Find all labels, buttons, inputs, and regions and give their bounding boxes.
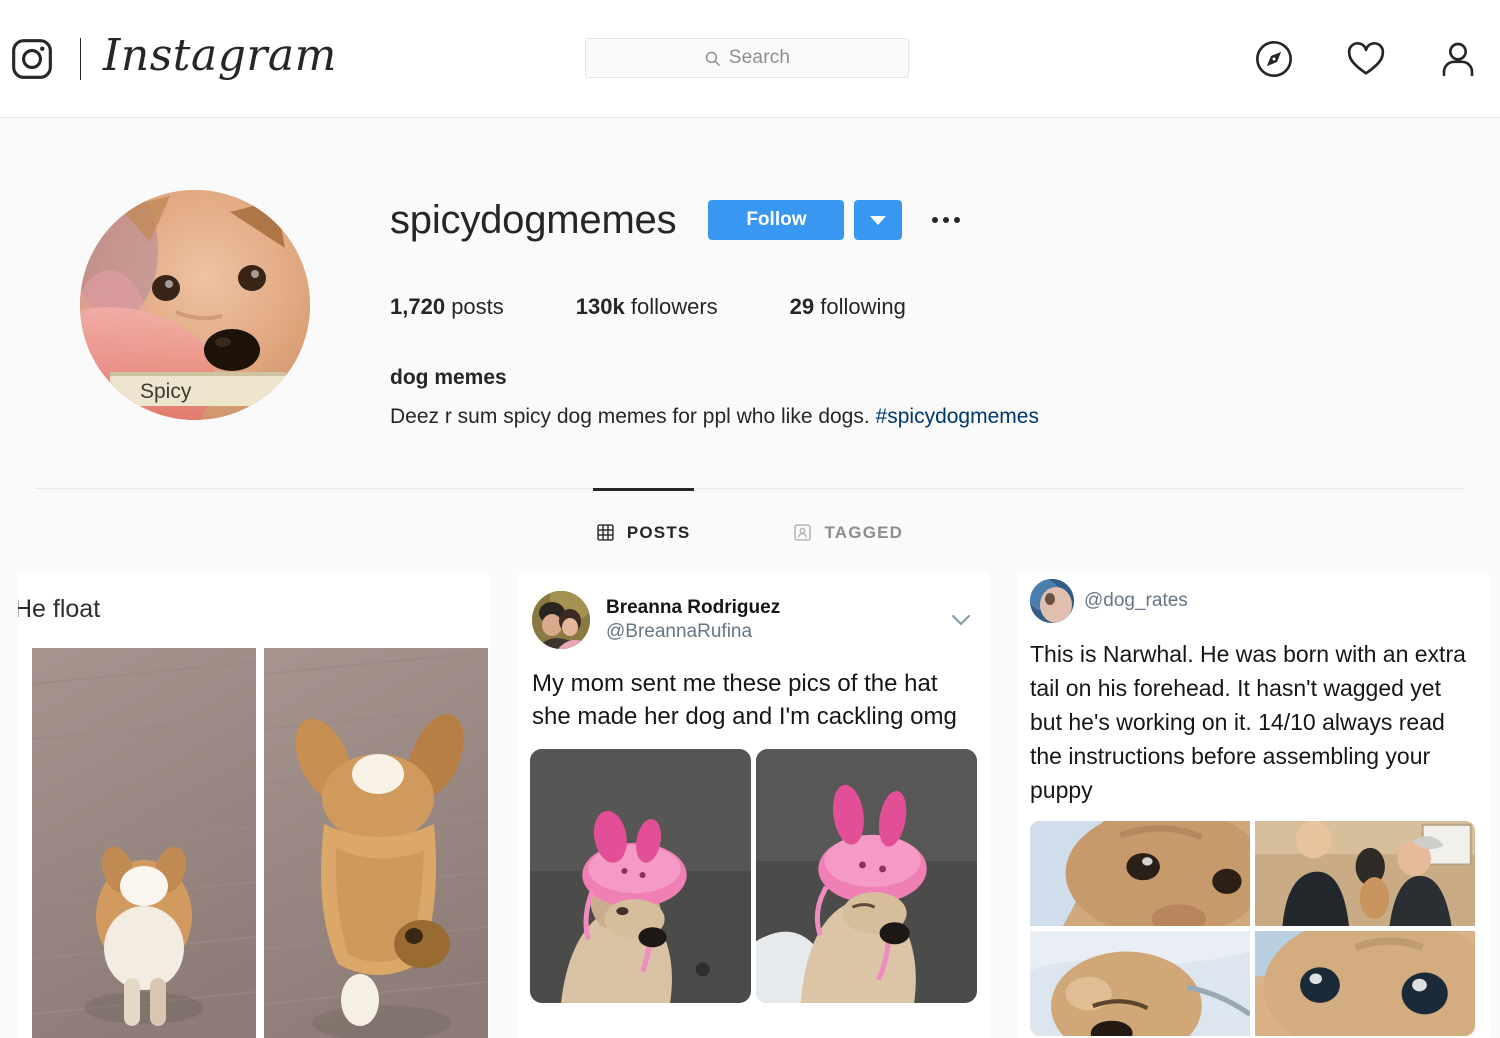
multiple-photos-icon [1448, 591, 1471, 615]
stat-followers-value: 130k [575, 294, 625, 319]
bio-hashtag-link[interactable]: #spicydogmemes [876, 405, 1039, 428]
dog-bunny-hat-photo-1 [530, 749, 751, 1004]
stat-posts-value: 1,720 [390, 294, 446, 319]
activity-heart-icon[interactable] [1346, 39, 1386, 79]
post-caption: He float [18, 594, 101, 623]
corgi-running-photo [32, 647, 256, 1038]
tweet-header: @dog_rates [1018, 573, 1489, 623]
stat-followers[interactable]: 130k followers [576, 294, 718, 320]
corgi-butt-photo [264, 647, 488, 1038]
search-container[interactable]: Search [585, 38, 909, 78]
post-tile-bunny-hat[interactable]: Breanna Rodriguez @BreannaRufina My mom … [518, 572, 989, 1038]
avatar-column: Spicy [0, 190, 390, 432]
follow-button[interactable]: Follow [708, 200, 845, 240]
avatar-image: Spicy [80, 190, 310, 420]
stat-followers-label: followers [630, 294, 718, 319]
stat-posts-label: posts [451, 294, 504, 319]
tab-tagged-label: TAGGED [824, 522, 904, 542]
more-options-icon [943, 217, 950, 223]
post-photo [264, 647, 488, 1038]
puppy-closeup-photo [1030, 821, 1250, 927]
bio-description-text: Deez r sum spicy dog memes for ppl who l… [390, 404, 876, 428]
tab-posts[interactable]: POSTS [592, 487, 695, 567]
page-title: spicydogmemes [390, 198, 677, 242]
post-photo-row [18, 624, 489, 1038]
profile-avatar[interactable]: Spicy [80, 190, 310, 420]
tweet-text: This is Narwhal. He was born with an ext… [1030, 640, 1466, 804]
profile-person-icon[interactable] [1438, 39, 1478, 79]
navbar-icon-group [1254, 0, 1478, 117]
tweet-photo [530, 749, 751, 1004]
tweet-author-avatar [1030, 578, 1074, 623]
tweet-photo [1255, 931, 1475, 1037]
search-icon [705, 51, 720, 66]
instagram-wordmark[interactable]: Instagram [103, 33, 337, 84]
dog-rates-avatar [1030, 578, 1074, 623]
post-photo [32, 647, 256, 1038]
profile-stats: 1,720 posts 130k followers 29 following [390, 294, 1500, 320]
follow-dropdown-button[interactable] [854, 200, 903, 240]
more-options-button[interactable] [928, 209, 964, 231]
brand-logo-group[interactable]: Instagram [10, 33, 337, 84]
stat-following-label: following [820, 294, 906, 319]
bio-description: Deez r sum spicy dog memes for ppl who l… [390, 402, 1500, 432]
tweet-author-names: Breanna Rodriguez @BreannaRufina [606, 596, 780, 644]
puppy-eyes-photo [1255, 931, 1475, 1037]
search-placeholder: Search [728, 47, 791, 68]
instagram-camera-icon[interactable] [10, 37, 54, 81]
profile-bio: dog memes Deez r sum spicy dog memes for… [390, 362, 1500, 432]
post-tile-narwhal[interactable]: @dog_rates This is Narwhal. He was born … [1018, 572, 1489, 1038]
more-options-icon [954, 217, 961, 223]
tweet-author-handle: @dog_rates [1084, 589, 1188, 611]
tab-tagged[interactable]: TAGGED [790, 489, 907, 567]
puppy-sleeping-photo [1030, 931, 1250, 1037]
chevron-down-icon [870, 215, 887, 225]
tweet-header: Breanna Rodriguez @BreannaRufina [518, 573, 989, 649]
bio-display-name: dog memes [390, 366, 507, 389]
tweet-photo [1255, 821, 1475, 927]
tweet-photo-row [518, 733, 989, 1004]
tweet-author-handle: @BreannaRufina [606, 620, 753, 642]
post-tile-he-float[interactable]: He float [18, 572, 489, 1038]
stat-following[interactable]: 29 following [790, 294, 906, 320]
profile-tabs: POSTS TAGGED [35, 487, 1465, 567]
tweet-author-avatar [532, 590, 590, 649]
vet-visit-photo [1255, 821, 1475, 927]
profile-info-column: spicydogmemes Follow 1,720 posts 130k fo… [390, 190, 1500, 432]
grid-icon [597, 524, 614, 542]
tweet-author-name: Breanna Rodriguez [606, 597, 781, 619]
top-navigation-bar: Instagram Search [0, 0, 1500, 118]
chevron-down-icon[interactable] [951, 614, 971, 626]
tweet-photo [1030, 931, 1250, 1037]
username-row: spicydogmemes Follow [390, 198, 1500, 242]
more-options-icon [932, 217, 939, 223]
explore-compass-icon[interactable] [1254, 39, 1294, 79]
tab-posts-label: POSTS [626, 522, 691, 542]
tweet-photo-grid [1030, 821, 1475, 1037]
brand-divider [80, 37, 81, 80]
tagged-person-icon [794, 524, 812, 542]
couple-selfie-avatar [532, 590, 590, 649]
tweet-text: My mom sent me these pics of the hat she… [532, 669, 957, 731]
tweet-photo [1030, 821, 1250, 927]
stat-following-value: 29 [789, 294, 815, 319]
search-input[interactable]: Search [585, 38, 909, 78]
tweet-photo [756, 749, 977, 1004]
dog-bunny-hat-photo-2 [756, 749, 977, 1004]
svg-text:Spicy: Spicy [140, 380, 192, 403]
profile-header: Spicy spicydogmemes Follow 1,720 posts 1… [0, 118, 1500, 432]
stat-posts[interactable]: 1,720 posts [390, 294, 504, 320]
post-grid: He float Breanna Rodriguez @BreannaRufin… [0, 572, 1500, 1038]
